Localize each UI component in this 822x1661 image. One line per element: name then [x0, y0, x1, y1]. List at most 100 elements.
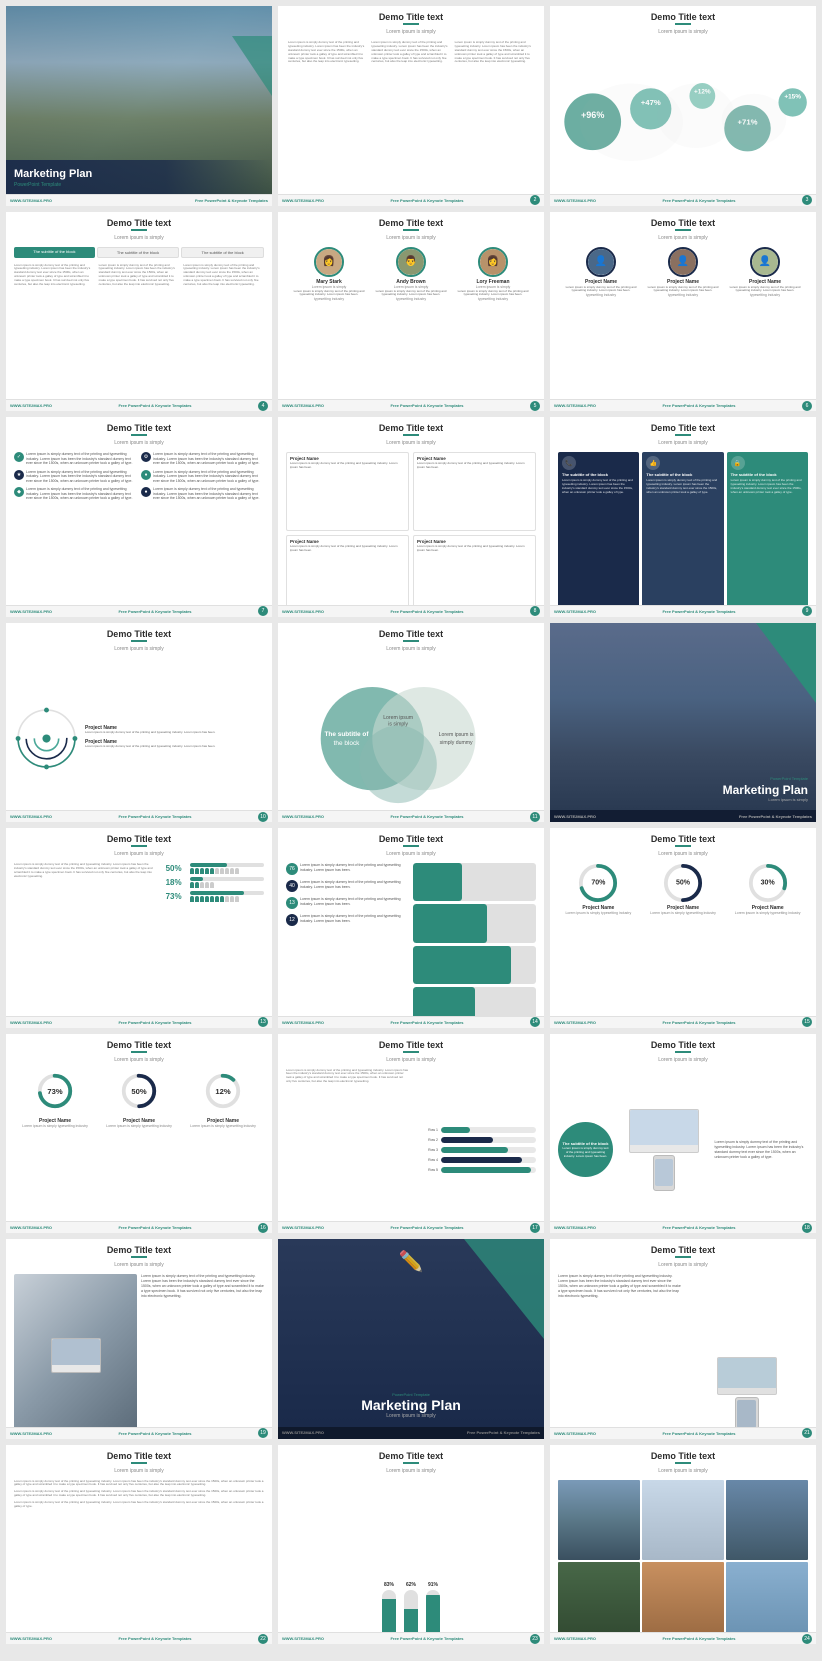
avatar-2: 👨 — [396, 247, 426, 277]
t-pct-2: 62% — [406, 1582, 416, 1588]
proj-desc-box-1: Lorem ipsum is simply dummy text of the … — [290, 462, 405, 470]
tab-3[interactable]: The subtitle of the block — [181, 247, 264, 258]
list-icon-2: ★ — [14, 470, 24, 480]
footer-22: WWW.SITE2MAX.PRO Free PowerPoint & Keyno… — [6, 1632, 272, 1644]
num-19: 19 — [258, 1428, 268, 1438]
num-24: 24 — [802, 1634, 812, 1644]
ptitle-3: Lorem ipsum is simply — [454, 285, 532, 289]
slide-4: Demo Title text Lorem ipsum is simply Th… — [6, 212, 272, 412]
avatar-1: 👩 — [314, 247, 344, 277]
num-21: 21 — [802, 1428, 812, 1438]
bubble-area: +96% +47% +12% +71% +15% — [554, 39, 812, 206]
pct-sub-3: Lorem ipsum is simply typesetting indust… — [727, 911, 808, 915]
proj-avatar-3: 👤 — [750, 247, 780, 277]
slide-2: Demo Title text Lorem ipsum is simply Lo… — [278, 6, 544, 206]
footer-19: WWW.SITE2MAX.PRO Free PowerPoint & Keyno… — [6, 1427, 272, 1439]
hbar-bg-5 — [441, 1167, 536, 1173]
tab-1[interactable]: The subtitle of the block — [14, 247, 95, 258]
content-area: Lorem ipsum is simply dummy text of the … — [284, 39, 538, 206]
hbar-label-3: Row 3 — [413, 1148, 438, 1152]
title-10: Demo Title text — [10, 629, 268, 639]
proj-desc-3: Lorem ipsum is simply dummy text of the … — [726, 286, 804, 294]
proj-desc-box-4: Lorem ipsum is simply dummy text of the … — [417, 545, 532, 553]
list-icon-3: ◆ — [14, 487, 24, 497]
footer-24: WWW.SITE2MAX.PRO Free PowerPoint & Keyno… — [550, 1632, 816, 1644]
proj-img-1: 👤 — [588, 249, 614, 275]
footer-9: WWW.SITE2MAX.PRO Free PowerPoint & Keyno… — [550, 605, 816, 617]
card-text-1: Lorem ipsum is simply dummy text of the … — [562, 479, 635, 495]
footer-12: WWW.SITE2MAX.PRO Free PowerPoint & Keyno… — [550, 810, 816, 822]
device-mockups — [617, 1109, 711, 1191]
list-text-1: Lorem ipsum is simply dummy text of the … — [26, 452, 137, 466]
hbar-fill-2 — [441, 1137, 493, 1143]
stat-item-2: 18% — [166, 877, 264, 888]
proj-desc-box-3: Lorem ipsum is simply dummy text of the … — [290, 545, 405, 553]
footer-3: WWW.SITE2MAX.PRO Free PowerPoint & Keyno… — [550, 194, 816, 206]
footer-tagline: Free PowerPoint & Keynote Templates — [195, 198, 268, 203]
ntext-2: Lorem ipsum is simply dummy text of the … — [300, 880, 409, 889]
hbar-text: Lorem ipsum is simply dummy text of the … — [286, 1069, 409, 1232]
proj-desc-2: Lorem ipsum is simply dummy text of the … — [644, 286, 722, 294]
badge-3: 13 — [286, 897, 298, 909]
logo-18: WWW.SITE2MAX.PRO — [554, 1225, 596, 1230]
device-text: Lorem ipsum is simply dummy text of the … — [715, 1140, 809, 1160]
subtitle-19: Lorem ipsum is simply — [10, 1262, 268, 1268]
pdesc-3: Lorem ipsum is simply dummy text of the … — [454, 290, 532, 298]
photo-collage — [554, 1478, 812, 1645]
cycle-chart — [14, 706, 79, 771]
donut-sub-1: Lorem ipsum is simply typesetting indust… — [16, 1124, 94, 1128]
pi2-2 — [195, 882, 199, 888]
underline-22 — [131, 1462, 147, 1464]
tag-12: Free PowerPoint & Keynote Templates — [739, 814, 812, 819]
slide-7: Demo Title text Lorem ipsum is simply ✓ … — [6, 417, 272, 617]
stat-bar-col-1 — [190, 863, 264, 874]
prog-fill-2 — [413, 904, 487, 942]
title-5: Demo Title text — [282, 218, 540, 228]
bubble-text: Lorem ipsum is simply dummy text of the … — [562, 1147, 609, 1159]
right-stats-13: 50% — [166, 863, 264, 1026]
t-pct-1: 83% — [384, 1582, 394, 1588]
pencil-icon: ✏️ — [399, 1249, 424, 1274]
stat-item-1: 50% — [166, 863, 264, 874]
tab-col-2: Lorem ipsum is simply dummy text of the … — [99, 264, 180, 410]
underline-19 — [131, 1256, 147, 1258]
hbar-chart-wrap: Row 1 Row 2 Row 3 — [413, 1069, 536, 1232]
pi2-1 — [190, 882, 194, 888]
tab-2[interactable]: The subtitle of the block — [97, 247, 180, 258]
card-icon-2: 👍 — [646, 456, 660, 470]
tag-15: Free PowerPoint & Keynote Templates — [662, 1020, 735, 1025]
num-9: 9 — [802, 606, 812, 616]
pi3-7 — [220, 896, 224, 902]
tag-18: Free PowerPoint & Keynote Templates — [662, 1225, 735, 1230]
laptop-screen — [630, 1110, 698, 1146]
title-24: Demo Title text — [554, 1451, 812, 1461]
laptop-21 — [717, 1357, 777, 1395]
photo-6 — [726, 1562, 808, 1642]
ind-1: typesetting industry — [290, 297, 368, 301]
footer-5: WWW.SITE2MAX.PRO Free PowerPoint & Keyno… — [278, 399, 544, 411]
left-text-13: Lorem ipsum is simply dummy text of the … — [14, 863, 162, 1026]
slide-15: Demo Title text Lorem ipsum is simply 70… — [550, 828, 816, 1028]
photo-3 — [726, 1480, 808, 1560]
logo-22: WWW.SITE2MAX.PRO — [10, 1636, 52, 1641]
subtitle-23: Lorem ipsum is simply — [282, 1468, 540, 1474]
ptitle-1: Lorem ipsum is simply — [290, 285, 368, 289]
card-title-1: The subtitle of the block — [562, 472, 635, 477]
stat-pct-1: 50% — [166, 864, 188, 873]
underline-18 — [675, 1051, 691, 1053]
underline-7 — [131, 434, 147, 436]
num-17: 17 — [530, 1223, 540, 1233]
world-map-svg — [554, 39, 812, 206]
logo-20: WWW.SITE2MAX.PRO — [282, 1430, 324, 1435]
ind-3: typesetting industry — [454, 297, 532, 301]
tag-3: Free PowerPoint & Keynote Templates — [662, 198, 735, 203]
text-content-1: Lorem ipsum is simply dummy text of the … — [288, 41, 367, 64]
stat-pct-2: 18% — [166, 878, 188, 887]
pct-ring-2: 50% — [663, 863, 703, 903]
bar-fill-3 — [190, 891, 244, 895]
card-text-3: Lorem ipsum is simply dummy text of the … — [731, 479, 804, 495]
list-text-3: Lorem ipsum is simply dummy text of the … — [26, 487, 137, 501]
text-content-3: Lorem ipsum is simply dummy text of the … — [455, 41, 534, 64]
pi2-3 — [200, 882, 204, 888]
logo-9: WWW.SITE2MAX.PRO — [554, 609, 596, 614]
